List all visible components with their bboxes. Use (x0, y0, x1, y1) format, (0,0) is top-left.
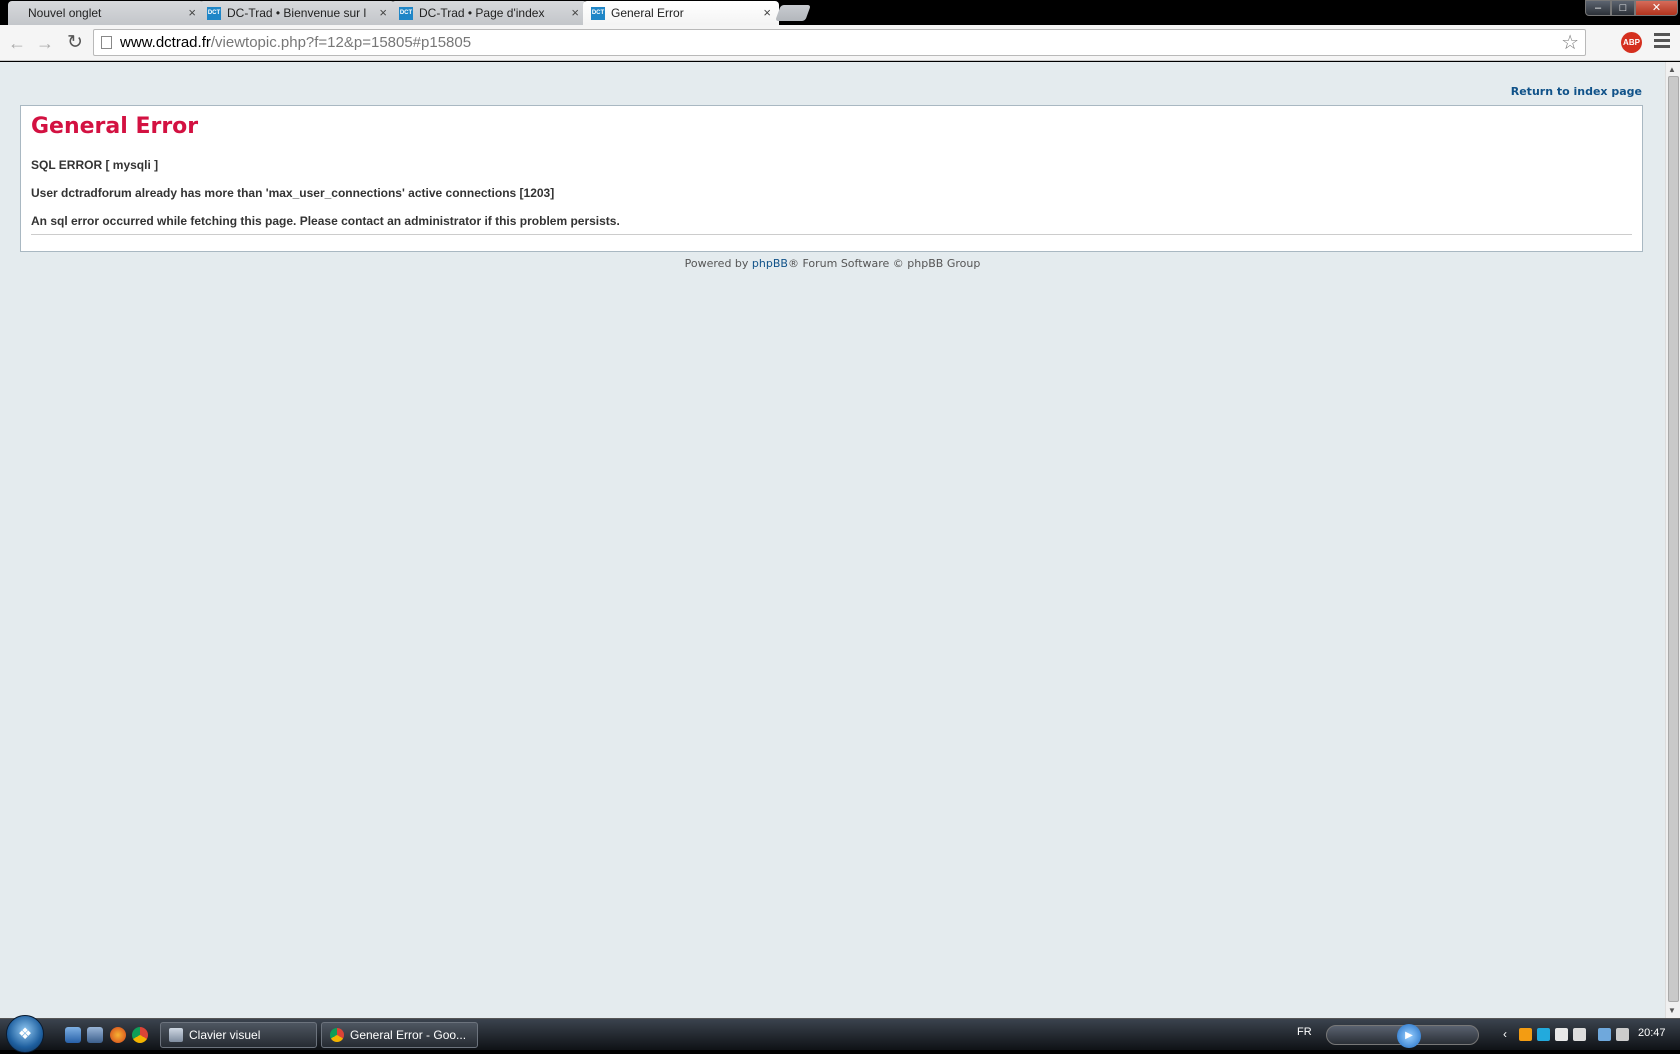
tab-title: Nouvel onglet (28, 6, 102, 20)
bookmark-star-icon[interactable]: ☆ (1561, 31, 1579, 55)
reload-button[interactable]: ↻ (62, 30, 88, 56)
tray-app-icon[interactable] (1519, 1028, 1532, 1041)
network-icon[interactable] (1598, 1028, 1611, 1041)
maximize-button[interactable]: □ (1611, 0, 1635, 16)
switch-windows-icon[interactable] (87, 1027, 103, 1043)
error-panel: General Error SQL ERROR [ mysqli ] User … (20, 105, 1643, 252)
taskbar-item-general-error[interactable]: General Error - Goo... (321, 1022, 478, 1048)
back-button[interactable]: ← (4, 30, 30, 56)
firefox-icon[interactable] (110, 1027, 126, 1043)
url-text[interactable]: www.dctrad.fr/viewtopic.php?f=12&p=15805… (120, 30, 471, 55)
dctrad-favicon-icon: DCT (591, 7, 605, 20)
tray-app-icon[interactable] (1537, 1028, 1550, 1041)
dctrad-favicon-icon: DCT (399, 7, 413, 20)
return-to-index-link[interactable]: Return to index page (1511, 85, 1642, 98)
dctrad-favicon-icon: DCT (207, 7, 221, 20)
tab-new-tab[interactable]: Nouvel onglet × (8, 1, 204, 25)
connection-error-line: User dctradforum already has more than '… (31, 186, 555, 200)
new-tab-button[interactable] (775, 5, 811, 21)
scroll-down-arrow-icon[interactable]: ▼ (1668, 1006, 1676, 1015)
tab-title: DC-Trad • Bienvenue sur l (227, 6, 367, 20)
clock[interactable]: 20:47 (1638, 1027, 1666, 1039)
language-indicator[interactable]: FR (1297, 1026, 1312, 1038)
tab-dctrad-index[interactable]: DCT DC-Trad • Page d'index × (391, 1, 587, 25)
tray-app-icon[interactable] (1573, 1028, 1586, 1041)
phpbb-link[interactable]: phpBB (752, 257, 788, 270)
footer-suffix: ® Forum Software © phpBB Group (787, 257, 981, 270)
vertical-scrollbar[interactable]: ▲ ▼ (1665, 62, 1680, 1018)
tab-close-icon[interactable]: × (188, 1, 196, 25)
error-message-line: An sql error occurred while fetching thi… (31, 214, 620, 228)
media-player-toolbar[interactable]: ▶ (1326, 1024, 1479, 1048)
tab-general-error[interactable]: DCT General Error × (583, 1, 779, 25)
taskbar-item-label: Clavier visuel (189, 1028, 261, 1042)
tray-app-icon[interactable] (1555, 1028, 1568, 1041)
close-window-button[interactable]: ✕ (1635, 0, 1678, 16)
play-icon[interactable]: ▶ (1397, 1024, 1421, 1048)
tray-expand-chevron-icon[interactable]: ‹ (1503, 1027, 1513, 1041)
volume-icon[interactable] (1616, 1028, 1629, 1041)
url-path: /viewtopic.php?f=12&p=15805#p15805 (210, 34, 472, 51)
windows-taskbar: ❖ Clavier visuel General Error - Goo... … (0, 1015, 1680, 1053)
tab-title: DC-Trad • Page d'index (419, 6, 545, 20)
adblock-plus-icon[interactable]: ABP (1621, 32, 1642, 53)
minimize-button[interactable]: – (1585, 0, 1611, 16)
address-bar[interactable]: www.dctrad.fr/viewtopic.php?f=12&p=15805… (93, 29, 1586, 56)
taskbar-item-clavier-visuel[interactable]: Clavier visuel (160, 1022, 317, 1048)
page-icon (101, 36, 112, 49)
browser-tabstrip: Nouvel onglet × DCT DC-Trad • Bienvenue … (0, 0, 1680, 25)
tab-title: General Error (611, 6, 684, 20)
footer-prefix: Powered by (684, 257, 752, 270)
tab-dctrad-welcome[interactable]: DCT DC-Trad • Bienvenue sur l × (199, 1, 395, 25)
page-viewport: Return to index page General Error SQL E… (0, 62, 1665, 1018)
start-button[interactable]: ❖ (6, 1015, 44, 1053)
chrome-menu-icon[interactable] (1654, 33, 1670, 51)
chrome-icon[interactable] (132, 1027, 148, 1043)
tab-close-icon[interactable]: × (763, 1, 771, 25)
sql-error-line: SQL ERROR [ mysqli ] (31, 158, 159, 172)
divider (31, 234, 1632, 235)
keyboard-icon (169, 1028, 183, 1042)
url-host: www.dctrad.fr (120, 34, 211, 51)
forward-button[interactable]: → (32, 30, 58, 56)
scroll-up-arrow-icon[interactable]: ▲ (1668, 65, 1676, 74)
tab-close-icon[interactable]: × (379, 1, 387, 25)
chrome-icon (330, 1028, 344, 1042)
page-title: General Error (31, 114, 199, 139)
browser-toolbar: ← → ↻ www.dctrad.fr/viewtopic.php?f=12&p… (0, 25, 1680, 61)
scrollbar-thumb[interactable] (1668, 76, 1679, 1002)
show-desktop-icon[interactable] (65, 1027, 81, 1043)
page-footer: Powered by phpBB® Forum Software © phpBB… (0, 257, 1665, 270)
tab-close-icon[interactable]: × (571, 1, 579, 25)
taskbar-item-label: General Error - Goo... (350, 1028, 467, 1042)
